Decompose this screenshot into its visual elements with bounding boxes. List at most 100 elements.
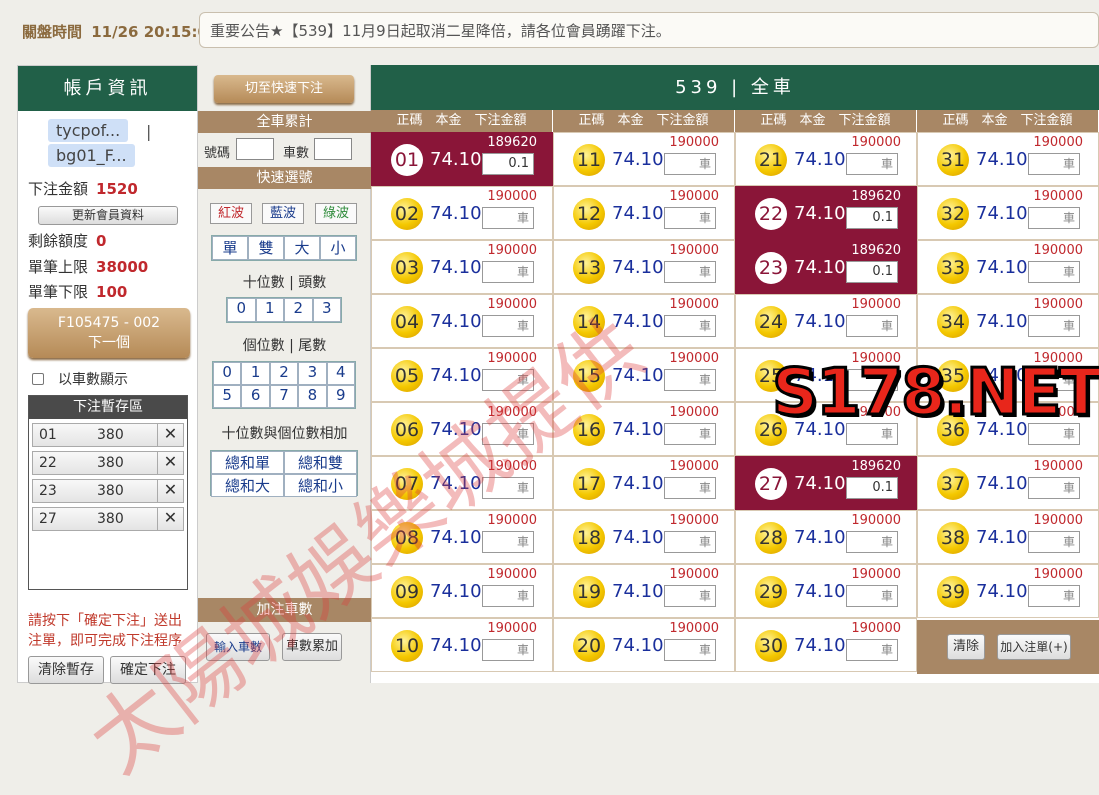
number-ball[interactable]: 01 [391, 144, 423, 176]
number-cell[interactable]: 33 74.10 190000 車 [917, 240, 1099, 294]
bet-amount-input[interactable]: 車 [846, 639, 898, 661]
bet-amount-input[interactable]: 車 [846, 315, 898, 337]
bet-amount-input[interactable]: 車 [1028, 207, 1080, 229]
number-cell[interactable]: 14 74.10 190000 車 [553, 294, 735, 348]
units-button[interactable]: 3 [298, 362, 327, 385]
units-button[interactable]: 2 [269, 362, 299, 385]
number-cell[interactable]: 32 74.10 190000 車 [917, 186, 1099, 240]
number-ball[interactable]: 06 [391, 414, 423, 446]
bet-amount-input[interactable]: 車 [846, 585, 898, 607]
bet-amount-input[interactable]: 車 [482, 207, 534, 229]
remove-icon[interactable]: ✕ [157, 479, 183, 503]
tens-button[interactable]: 2 [284, 298, 313, 322]
number-ball[interactable]: 20 [573, 630, 605, 662]
number-cell[interactable]: 10 74.10 190000 車 [371, 618, 553, 672]
number-cell[interactable]: 27 74.10 189620 0.1 [735, 456, 917, 510]
bet-amount-input[interactable]: 車 [664, 207, 716, 229]
number-ball[interactable]: 03 [391, 252, 423, 284]
units-button[interactable]: 0 [213, 362, 242, 385]
number-cell[interactable]: 19 74.10 190000 車 [553, 564, 735, 618]
bet-amount-input[interactable]: 車 [482, 531, 534, 553]
number-cell[interactable]: 11 74.10 190000 車 [553, 132, 735, 186]
number-cell[interactable]: 08 74.10 190000 車 [371, 510, 553, 564]
sum-odd-button[interactable]: 總和單 [211, 451, 284, 474]
number-cell[interactable]: 28 74.10 190000 車 [735, 510, 917, 564]
number-cell[interactable]: 21 74.10 190000 車 [735, 132, 917, 186]
green-wave-button[interactable]: 綠波 [315, 203, 357, 224]
number-ball[interactable]: 34 [937, 306, 969, 338]
number-ball[interactable]: 32 [937, 198, 969, 230]
bet-amount-input[interactable]: 車 [664, 639, 716, 661]
small-button[interactable]: 小 [320, 236, 356, 260]
number-ball[interactable]: 19 [573, 576, 605, 608]
bet-amount-input[interactable]: 車 [482, 423, 534, 445]
number-cell[interactable]: 31 74.10 190000 車 [917, 132, 1099, 186]
bet-amount-input[interactable]: 車 [482, 261, 534, 283]
bet-amount-input[interactable]: 車 [846, 531, 898, 553]
bet-amount-input[interactable]: 車 [482, 639, 534, 661]
sum-small-button[interactable]: 總和小 [284, 474, 357, 497]
number-cell[interactable]: 15 74.10 190000 車 [553, 348, 735, 402]
remove-icon[interactable]: ✕ [157, 507, 183, 531]
sum-even-button[interactable]: 總和雙 [284, 451, 357, 474]
number-ball[interactable]: 39 [937, 576, 969, 608]
number-ball[interactable]: 31 [937, 144, 969, 176]
cars-input[interactable] [314, 138, 352, 160]
odd-button[interactable]: 單 [212, 236, 248, 260]
bet-amount-input[interactable]: 車 [1028, 585, 1080, 607]
bet-amount-input[interactable]: 車 [482, 477, 534, 499]
number-ball[interactable]: 16 [573, 414, 605, 446]
number-cell[interactable]: 17 74.10 190000 車 [553, 456, 735, 510]
number-ball[interactable]: 15 [573, 360, 605, 392]
number-ball[interactable]: 27 [755, 468, 787, 500]
bet-amount-input[interactable]: 車 [664, 261, 716, 283]
units-button[interactable]: 9 [326, 385, 355, 408]
number-ball[interactable]: 11 [573, 144, 605, 176]
number-cell[interactable]: 24 74.10 190000 車 [735, 294, 917, 348]
number-cell[interactable]: 20 74.10 190000 車 [553, 618, 735, 672]
even-button[interactable]: 雙 [248, 236, 284, 260]
add-to-slip-button[interactable]: 加入注單(+) [997, 634, 1071, 660]
number-ball[interactable]: 18 [573, 522, 605, 554]
input-cars-button[interactable]: 輸入車數 [206, 633, 270, 661]
switch-quick-button[interactable]: 切至快速下注 [214, 75, 354, 103]
bet-amount-input[interactable]: 車 [1028, 531, 1080, 553]
bet-amount-input[interactable]: 車 [846, 153, 898, 175]
number-ball[interactable]: 09 [391, 576, 423, 608]
number-ball[interactable]: 37 [937, 468, 969, 500]
num-input[interactable] [236, 138, 274, 160]
number-ball[interactable]: 22 [755, 198, 787, 230]
number-cell[interactable]: 13 74.10 190000 車 [553, 240, 735, 294]
number-ball[interactable]: 04 [391, 306, 423, 338]
bet-amount-input[interactable]: 車 [664, 585, 716, 607]
number-cell[interactable]: 04 74.10 190000 車 [371, 294, 553, 348]
number-ball[interactable]: 14 [573, 306, 605, 338]
number-cell[interactable]: 39 74.10 190000 車 [917, 564, 1099, 618]
sum-big-button[interactable]: 總和大 [211, 474, 284, 497]
number-ball[interactable]: 17 [573, 468, 605, 500]
bet-amount-input[interactable]: 0.1 [482, 153, 534, 175]
number-cell[interactable]: 06 74.10 190000 車 [371, 402, 553, 456]
number-ball[interactable]: 05 [391, 360, 423, 392]
accumulate-cars-button[interactable]: 車數累加 [282, 633, 342, 661]
blue-wave-button[interactable]: 藍波 [262, 203, 304, 224]
number-ball[interactable]: 10 [391, 630, 423, 662]
number-cell[interactable]: 34 74.10 190000 車 [917, 294, 1099, 348]
number-cell[interactable]: 30 74.10 190000 車 [735, 618, 917, 672]
confirm-bet-button[interactable]: 確定下注 [110, 656, 186, 684]
units-button[interactable]: 6 [241, 385, 270, 408]
next-button[interactable]: F105475 - 002 下一個 [28, 308, 190, 358]
number-cell[interactable]: 09 74.10 190000 車 [371, 564, 553, 618]
number-cell[interactable]: 12 74.10 190000 車 [553, 186, 735, 240]
bet-amount-input[interactable]: 0.1 [846, 261, 898, 283]
show-by-car-checkbox[interactable]: 以車數顯示 [32, 369, 128, 389]
number-ball[interactable]: 12 [573, 198, 605, 230]
number-ball[interactable]: 08 [391, 522, 423, 554]
number-cell[interactable]: 22 74.10 189620 0.1 [735, 186, 917, 240]
number-cell[interactable]: 18 74.10 190000 車 [553, 510, 735, 564]
clear-button[interactable]: 清除 [947, 634, 985, 660]
units-button[interactable]: 5 [213, 385, 242, 408]
update-member-button[interactable]: 更新會員資料 [38, 206, 178, 225]
bet-amount-input[interactable]: 車 [664, 369, 716, 391]
tens-button[interactable]: 0 [227, 298, 256, 322]
